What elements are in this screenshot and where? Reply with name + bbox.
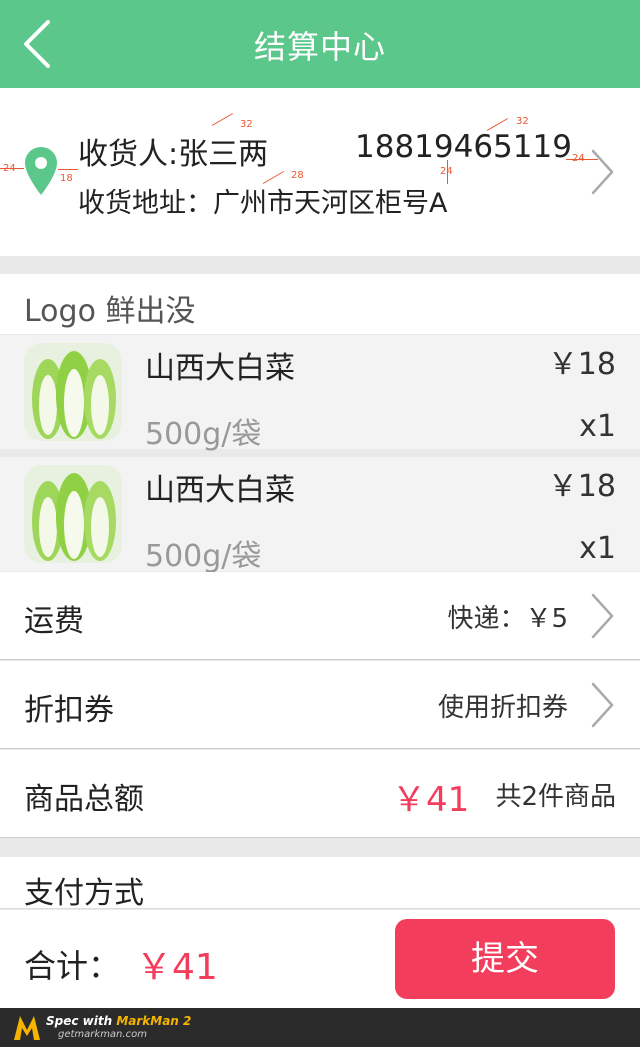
watermark-prefix: Spec with <box>46 1014 117 1028</box>
watermark-url: getmarkman.com <box>58 1029 147 1040</box>
spec-annotation: 32 <box>240 119 253 130</box>
submit-button[interactable]: 提交 <box>395 919 615 999</box>
address-chevron-right-icon[interactable] <box>590 148 616 196</box>
spec-annotation-line <box>0 168 24 169</box>
page-title: 结算中心 <box>253 28 386 66</box>
receiver-phone: 18819465119 <box>355 129 572 165</box>
receiver-name: 收货人:张三两 <box>78 137 269 172</box>
product-thumbnail <box>24 343 122 441</box>
item-count: 共2件商品 <box>495 782 616 812</box>
shipping-row[interactable]: 运费 快递：￥5 <box>0 572 640 660</box>
order-item[interactable]: 山西大白菜 500g/袋 ￥18 x1 <box>0 457 640 574</box>
shop-header: Logo 鲜出没 <box>0 274 640 334</box>
shop-name: Logo 鲜出没 <box>24 294 196 329</box>
receiver-address: 收货地址：广州市天河区柜号A <box>78 188 448 219</box>
chevron-right-icon <box>591 682 614 728</box>
shipping-label: 运费 <box>24 604 84 639</box>
coupon-row[interactable]: 折扣券 使用折扣券 <box>0 661 640 749</box>
total-value: ￥41 <box>136 947 218 988</box>
total-label: 合计： <box>24 947 121 985</box>
product-price: ￥18 <box>547 347 616 382</box>
product-price: ￥18 <box>547 469 616 504</box>
product-name: 山西大白菜 <box>145 351 295 386</box>
product-spec: 500g/袋 <box>145 539 262 574</box>
spec-annotation: 32 <box>516 116 529 127</box>
order-item[interactable]: 山西大白菜 500g/袋 ￥18 x1 <box>0 335 640 452</box>
spec-annotation-line <box>447 160 448 184</box>
subtotal-row: 商品总额 ￥41 共2件商品 <box>0 750 640 838</box>
shipping-value: 快递：￥5 <box>447 604 568 634</box>
spec-annotation-line <box>566 159 598 160</box>
checkout-footer: 合计： ￥41 提交 <box>0 910 640 1008</box>
markman-watermark: Spec with MarkMan 2 getmarkman.com <box>0 1008 640 1047</box>
product-quantity: x1 <box>579 409 616 444</box>
spec-annotation: 18 <box>60 173 73 184</box>
watermark-line1: Spec with MarkMan 2 <box>46 1014 191 1028</box>
markman-logo-icon <box>14 1016 40 1040</box>
payment-method-label: 支付方式 <box>24 876 144 911</box>
watermark-brand: MarkMan 2 <box>116 1014 192 1028</box>
coupon-value: 使用折扣券 <box>437 693 568 723</box>
subtotal-label: 商品总额 <box>24 782 144 817</box>
coupon-label: 折扣券 <box>24 693 114 728</box>
chevron-right-icon <box>591 593 614 639</box>
product-name: 山西大白菜 <box>145 473 295 508</box>
product-quantity: x1 <box>579 531 616 566</box>
spec-annotation: 28 <box>291 170 304 181</box>
subtotal-amount: ￥41 <box>392 780 470 820</box>
product-spec: 500g/袋 <box>145 417 262 452</box>
payment-method-section: 支付方式 <box>0 857 640 911</box>
location-pin-icon <box>25 147 57 195</box>
header-bar: 结算中心 <box>0 0 640 88</box>
product-thumbnail <box>24 465 122 563</box>
spec-annotation-line <box>58 169 78 170</box>
